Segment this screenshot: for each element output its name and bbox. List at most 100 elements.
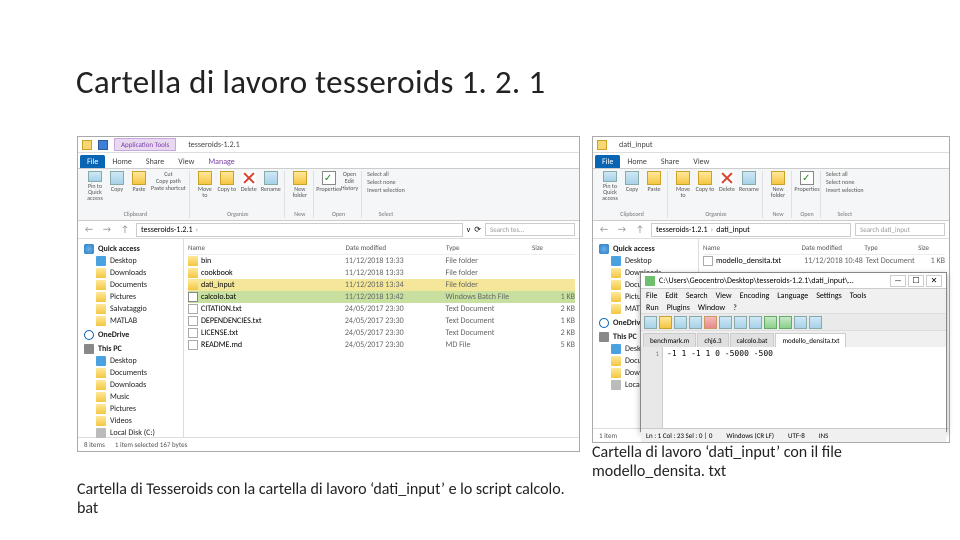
sidebar-desktop[interactable]: Desktop [593,255,698,267]
menu-window[interactable]: Window [698,303,725,313]
sidebar-thispc[interactable]: This PC [78,343,183,355]
paste-button[interactable]: Paste [129,171,149,201]
file-row[interactable]: CITATION.txt24/05/2017 23:30Text Documen… [188,303,575,315]
sidebar-quickaccess[interactable]: Quick access [78,243,183,255]
cut-icon[interactable] [719,316,732,329]
view-tab[interactable]: View [171,155,201,168]
newfolder-button[interactable]: New folder [768,171,788,201]
shortcut-button[interactable]: Paste shortcut [151,185,186,191]
sidebar-desktop[interactable]: Desktop [78,255,183,267]
move-button[interactable]: Move to [195,171,215,201]
sidebar-onedrive[interactable]: OneDrive [78,329,183,341]
file-row[interactable]: calcolo.bat11/12/2018 13:42Windows Batch… [188,291,575,303]
copy-button[interactable]: Copy [107,171,127,201]
sidebar-downloads[interactable]: Downloads [78,267,183,279]
sidebar-videos[interactable]: Videos [78,415,183,427]
saveall-icon[interactable] [689,316,702,329]
file-row[interactable]: cookbook11/12/2018 13:33File folder [188,267,575,279]
newfolder-button[interactable]: New folder [290,171,310,201]
copyto-button[interactable]: Copy to [695,171,715,201]
file-row[interactable]: dati_input11/12/2018 13:34File folder [188,279,575,291]
sidebar-documents2[interactable]: Documents [78,367,183,379]
file-row[interactable]: bin11/12/2018 13:33File folder [188,255,575,267]
selectall-button[interactable]: Select all [826,171,848,177]
sidebar-downloads2[interactable]: Downloads [78,379,183,391]
manage-tab[interactable]: Manage [201,155,241,168]
pin-button[interactable]: Pin to Quick access [85,171,105,201]
back-button[interactable]: ← [597,223,611,237]
copy-icon[interactable] [734,316,747,329]
menu-view[interactable]: View [716,291,732,301]
breadcrumb[interactable]: tesseroids-1.2.1› [136,223,463,237]
home-tab[interactable]: Home [620,155,654,168]
rename-button[interactable]: Rename [739,171,759,201]
open-icon[interactable] [659,316,672,329]
search-input[interactable]: Search dati_input [855,223,945,236]
menu-search[interactable]: Search [686,291,708,301]
delete-button[interactable]: Delete [239,171,259,201]
pin-button[interactable]: Pin to Quick access [600,171,620,201]
sidebar-localdisk[interactable]: Local Disk (C:) [78,427,183,439]
invert-button[interactable]: Invert selection [367,187,405,193]
up-button[interactable]: ↑ [633,223,647,237]
move-button[interactable]: Move to [673,171,693,201]
find-icon[interactable] [794,316,807,329]
sidebar-pictures2[interactable]: Pictures [78,403,183,415]
menu-plugins[interactable]: Plugins [667,303,690,313]
menu-settings[interactable]: Settings [816,291,842,301]
forward-button[interactable]: → [100,223,114,237]
history-button[interactable]: History [341,185,358,191]
search-input[interactable]: Search tes… [485,223,575,236]
menu-tools[interactable]: Tools [850,291,867,301]
editor-tab[interactable]: calcolo.bat [730,333,775,347]
sidebar-pictures[interactable]: Pictures [78,291,183,303]
view-tab[interactable]: View [686,155,716,168]
new-icon[interactable] [644,316,657,329]
paste-icon[interactable] [749,316,762,329]
file-tab[interactable]: File [595,155,620,168]
editor-tab[interactable]: benchmark.m [643,333,696,347]
sidebar-matlab[interactable]: MATLAB [78,315,183,327]
editor-body[interactable]: 1 -1 1 -1 1 0 -5000 -500 [641,347,946,428]
back-button[interactable]: ← [82,223,96,237]
selectnone-button[interactable]: Select none [367,179,395,185]
file-row[interactable]: LICENSE.txt24/05/2017 23:30Text Document… [188,327,575,339]
menu-run[interactable]: Run [646,303,659,313]
close-icon[interactable] [704,316,717,329]
share-tab[interactable]: Share [139,155,171,168]
paste-button[interactable]: Paste [644,171,664,201]
sidebar-desktop2[interactable]: Desktop [78,355,183,367]
delete-button[interactable]: Delete [717,171,737,201]
selectall-button[interactable]: Select all [367,171,389,177]
menu-encoding[interactable]: Encoding [740,291,770,301]
up-button[interactable]: ↑ [118,223,132,237]
editor-tab-active[interactable]: modello_densita.txt [775,333,846,347]
editor-tab[interactable]: chj6.3 [697,333,728,347]
menu-language[interactable]: Language [777,291,808,301]
sidebar-documents[interactable]: Documents [78,279,183,291]
sidebar-salvataggio[interactable]: Salvataggio [78,303,183,315]
maximize-button[interactable]: ☐ [908,275,924,287]
props-button[interactable]: Properties [319,171,339,201]
rename-button[interactable]: Rename [261,171,281,201]
menu-file[interactable]: File [646,291,657,301]
file-row[interactable]: DEPENDENCIES.txt24/05/2017 23:30Text Doc… [188,315,575,327]
copy-button[interactable]: Copy [622,171,642,201]
minimize-button[interactable]: — [890,275,906,287]
column-headers[interactable]: NameDate modifiedTypeSize [188,241,575,255]
file-row[interactable]: modello_densita.txt11/12/2018 10:48Text … [703,255,945,267]
zoom-icon[interactable] [809,316,822,329]
close-button[interactable]: ✕ [926,275,942,287]
menu-edit[interactable]: Edit [665,291,678,301]
file-row[interactable]: README.md24/05/2017 23:30MD File5 KB [188,339,575,351]
redo-icon[interactable] [779,316,792,329]
undo-icon[interactable] [764,316,777,329]
props-button[interactable]: Properties [797,171,817,201]
breadcrumb[interactable]: tesseroids-1.2.1›dati_input [651,223,851,237]
home-tab[interactable]: Home [105,155,139,168]
column-headers[interactable]: NameDate modifiedTypeSize [703,241,945,255]
invert-button[interactable]: Invert selection [826,187,864,193]
copyto-button[interactable]: Copy to [217,171,237,201]
forward-button[interactable]: → [615,223,629,237]
share-tab[interactable]: Share [654,155,686,168]
